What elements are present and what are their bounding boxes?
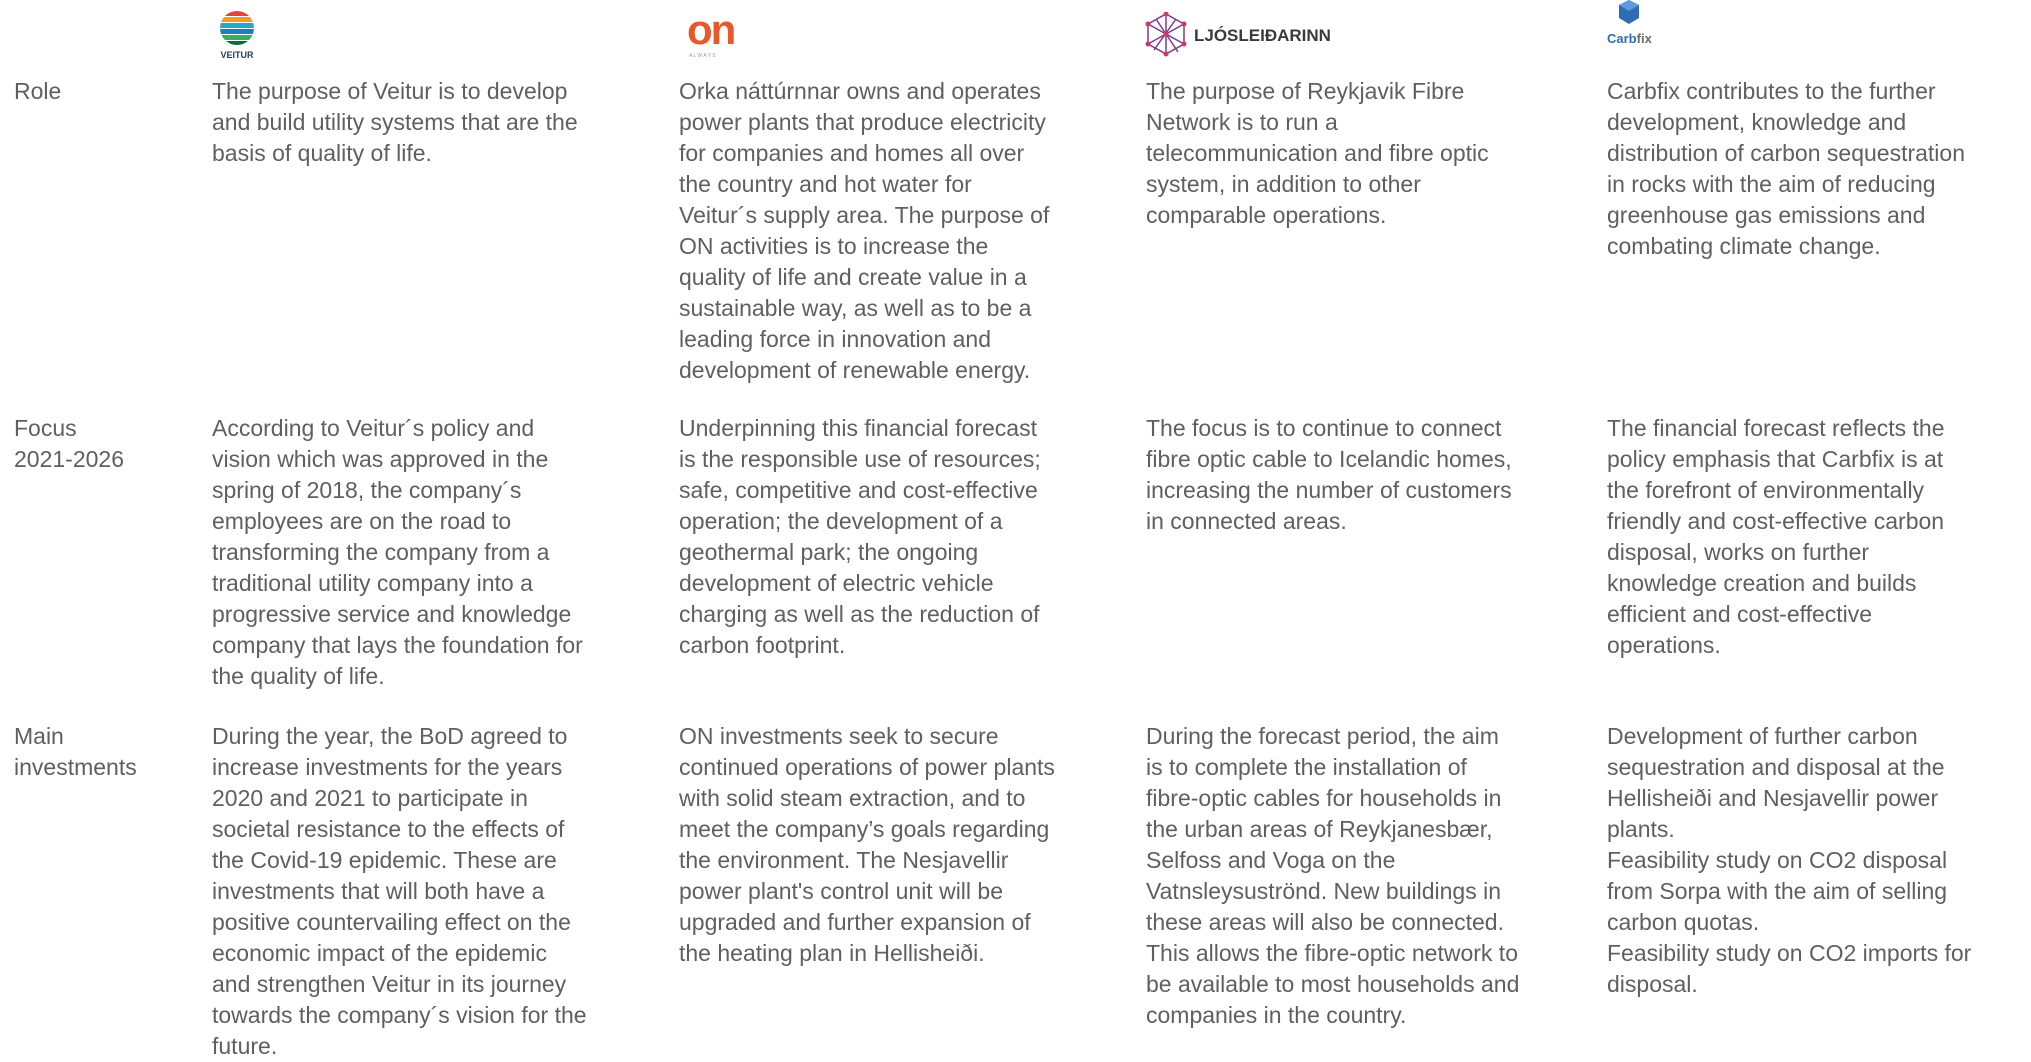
role-on-text: Orka náttúrnnar owns and operates power …	[679, 78, 1050, 383]
investments-carbfix-text: Development of further carbon sequestrat…	[1607, 723, 1972, 997]
on-logo-tagline: A L W A Y S	[689, 53, 716, 59]
row-label-focus: Focus 2021-2026	[14, 415, 124, 472]
focus-carbfix-text: The financial forecast reflects the poli…	[1607, 415, 1945, 658]
carbfix-logo-text-fix: fix	[1637, 31, 1653, 46]
row-label-main-investments: Main investments	[14, 723, 137, 780]
on-logo-icon: on A L W A Y S	[687, 6, 737, 59]
role-carbfix-text: Carbfix contributes to the further devel…	[1607, 78, 1965, 259]
ljosleidarinn-logo-icon: LJÓSLEIÐARINN	[1145, 11, 1331, 57]
investments-on-text: ON investments seek to secure continued …	[679, 723, 1055, 966]
ljosleidarinn-logo-text: LJÓSLEIÐARINN	[1194, 26, 1331, 45]
carbfix-logo-text-carb: Carb	[1607, 31, 1637, 46]
investments-veitur-text: During the year, the BoD agreed to incre…	[212, 723, 587, 1059]
investments-ljosleidarinn-text: During the forecast period, the aim is t…	[1146, 723, 1520, 1028]
role-veitur-text: The purpose of Veitur is to develop and …	[212, 78, 578, 166]
carbfix-logo: Carbfix	[1605, 0, 1675, 50]
focus-veitur-text: According to Veitur´s policy and vision …	[212, 415, 583, 689]
focus-on-text: Underpinning this financial forecast is …	[679, 415, 1041, 658]
focus-ljosleidarinn-text: The focus is to continue to connect fibr…	[1146, 415, 1512, 534]
role-ljosleidarinn-text: The purpose of Reykjavik Fibre Network i…	[1146, 78, 1489, 228]
row-label-role: Role	[14, 78, 62, 104]
veitur-logo-text: VEITUR	[220, 50, 254, 60]
on-logo-text: on	[687, 8, 735, 53]
veitur-logo-icon: VEITUR	[220, 11, 254, 60]
ljosleidarinn-logo: LJÓSLEIÐARINN	[1144, 11, 1384, 58]
veitur-logo: VEITUR	[212, 8, 262, 60]
carbfix-logo-icon: Carbfix	[1607, 0, 1653, 46]
on-logo: on A L W A Y S	[687, 6, 747, 60]
svg-text:Carbfix: Carbfix	[1607, 31, 1653, 46]
